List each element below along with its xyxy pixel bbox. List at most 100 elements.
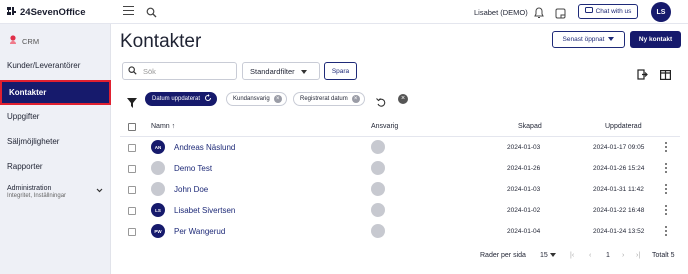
column-header-updated[interactable]: Uppdaterad <box>605 123 642 130</box>
sidebar-item-contacts[interactable]: Kontakter <box>0 80 111 105</box>
created-date: 2024-01-02 <box>507 207 541 214</box>
table-row[interactable]: Demo Test 2024-01-26 2024-01-26 15:24 <box>112 158 688 179</box>
filter-select[interactable]: Standardfilter <box>242 62 320 80</box>
search-placeholder: Sök <box>143 66 156 76</box>
contact-name-link[interactable]: John Doe <box>174 185 208 194</box>
save-button[interactable]: Spara <box>324 62 357 80</box>
row-checkbox[interactable] <box>128 144 136 152</box>
caret-down-icon <box>300 67 307 76</box>
chevron-down-icon <box>96 188 103 195</box>
chat-label: Chat with us <box>595 8 632 15</box>
row-checkbox[interactable] <box>128 207 136 215</box>
recent-button[interactable]: Senast öppnat <box>552 31 625 48</box>
caret-down-icon <box>608 36 615 43</box>
sidebar: CRM Kunder/Leverantörer Kontakter Uppgif… <box>0 24 111 274</box>
crm-icon <box>9 35 17 47</box>
export-icon[interactable] <box>637 67 648 80</box>
row-checkbox[interactable] <box>128 186 136 194</box>
more-options-icon[interactable] <box>665 163 668 173</box>
responsible-avatar <box>371 161 385 175</box>
contact-avatar: PW <box>151 224 165 238</box>
remove-chip-icon[interactable]: × <box>351 95 360 103</box>
module-label: CRM <box>22 36 40 46</box>
app-logo[interactable]: 24SevenOffice <box>6 5 85 20</box>
top-bar: 24SevenOffice Lisabet (DEMO) Chat with u… <box>0 0 688 24</box>
bell-icon[interactable] <box>534 6 545 18</box>
chip-label: Datum uppdaterat <box>152 96 201 102</box>
contact-name-link[interactable]: Demo Test <box>174 164 212 173</box>
updated-date: 2024-01-24 13:52 <box>593 228 645 235</box>
contact-avatar: AN <box>151 140 165 154</box>
chip-label: Registrerat datum <box>300 96 348 102</box>
chip-label: Kundansvarig <box>233 96 270 102</box>
updated-date: 2024-01-17 09:05 <box>593 144 645 151</box>
created-date: 2024-01-26 <box>507 165 541 172</box>
rows-per-page-select[interactable]: 15 <box>540 252 556 259</box>
logo-mark-icon <box>6 5 18 20</box>
sidebar-item-reports[interactable]: Rapporter <box>0 162 111 171</box>
responsible-avatar <box>371 224 385 238</box>
rows-per-page-label: Rader per sida <box>480 252 526 259</box>
select-all-checkbox[interactable] <box>128 123 136 131</box>
logo-text: 24SevenOffice <box>20 7 86 18</box>
recent-label: Senast öppnat <box>562 36 605 43</box>
admin-label: Administration <box>7 185 52 192</box>
total-count: Totalt 5 <box>652 252 675 259</box>
sidebar-item-tasks[interactable]: Uppgifter <box>0 112 111 121</box>
user-name[interactable]: Lisabet (DEMO) <box>474 8 528 17</box>
column-header-created[interactable]: Skapad <box>518 123 542 130</box>
row-checkbox[interactable] <box>128 228 136 236</box>
remove-chip-icon[interactable]: × <box>273 95 282 103</box>
menu-icon[interactable] <box>123 6 134 17</box>
chat-button[interactable]: Chat with us <box>578 4 638 19</box>
created-date: 2024-01-03 <box>507 144 541 151</box>
undo-icon[interactable] <box>376 94 386 107</box>
search-icon[interactable] <box>146 5 158 18</box>
column-name-label: Namn <box>151 123 170 130</box>
page-title: Kontakter <box>120 31 202 52</box>
refresh-icon[interactable] <box>204 94 212 104</box>
contact-name-link[interactable]: Per Wangerud <box>174 227 225 236</box>
columns-icon[interactable] <box>660 67 672 81</box>
column-header-name[interactable]: Namn ↑ <box>151 123 175 130</box>
more-options-icon[interactable] <box>665 142 668 152</box>
more-options-icon[interactable] <box>665 226 668 236</box>
clear-filters-icon[interactable]: × <box>398 94 408 104</box>
contact-avatar <box>151 161 165 175</box>
column-header-responsible[interactable]: Ansvarig <box>371 123 398 130</box>
last-page-icon[interactable]: ›| <box>636 252 640 259</box>
next-page-icon[interactable]: › <box>622 252 624 259</box>
updated-date: 2024-01-22 16:48 <box>593 207 645 214</box>
table-row[interactable]: AN Andreas Näslund 2024-01-03 2024-01-17… <box>112 137 688 158</box>
new-contact-button[interactable]: Ny kontakt <box>630 31 681 48</box>
contact-name-link[interactable]: Lisabet Sivertsen <box>174 206 235 215</box>
search-icon <box>128 65 137 77</box>
table-row[interactable]: LS Lisabet Sivertsen 2024-01-02 2024-01-… <box>112 200 688 221</box>
first-page-icon[interactable]: |‹ <box>570 252 574 259</box>
user-avatar[interactable]: LS <box>651 2 671 22</box>
search-input[interactable]: Sök <box>122 62 237 80</box>
chat-icon <box>584 7 593 16</box>
sidebar-item-administration[interactable]: Administration Integritet, Inställningar <box>0 185 111 199</box>
updated-date: 2024-01-26 15:24 <box>593 165 645 172</box>
responsible-avatar <box>371 182 385 196</box>
filter-select-value: Standardfilter <box>250 66 295 76</box>
sort-asc-icon: ↑ <box>171 123 176 130</box>
sidebar-item-customers[interactable]: Kunder/Leverantörer <box>0 61 111 70</box>
table-row[interactable]: PW Per Wangerud 2024-01-04 2024-01-24 13… <box>112 221 688 242</box>
sidebar-item-opportunities[interactable]: Säljmöjligheter <box>0 137 111 146</box>
module-title: CRM <box>9 35 39 47</box>
row-checkbox[interactable] <box>128 165 136 173</box>
chip-updated-date[interactable]: Datum uppdaterat <box>145 92 218 106</box>
table-row[interactable]: John Doe 2024-01-03 2024-01-31 11:42 <box>112 179 688 200</box>
responsible-avatar <box>371 140 385 154</box>
more-options-icon[interactable] <box>665 184 668 194</box>
contact-name-link[interactable]: Andreas Näslund <box>174 143 235 152</box>
notes-icon[interactable] <box>555 6 566 19</box>
prev-page-icon[interactable]: ‹ <box>589 252 591 259</box>
chip-registered-date[interactable]: Registrerat datum × <box>293 92 365 106</box>
more-options-icon[interactable] <box>665 205 668 215</box>
filter-icon[interactable] <box>127 95 137 108</box>
rows-per-page-value: 15 <box>540 252 548 259</box>
chip-responsible[interactable]: Kundansvarig × <box>226 92 287 106</box>
